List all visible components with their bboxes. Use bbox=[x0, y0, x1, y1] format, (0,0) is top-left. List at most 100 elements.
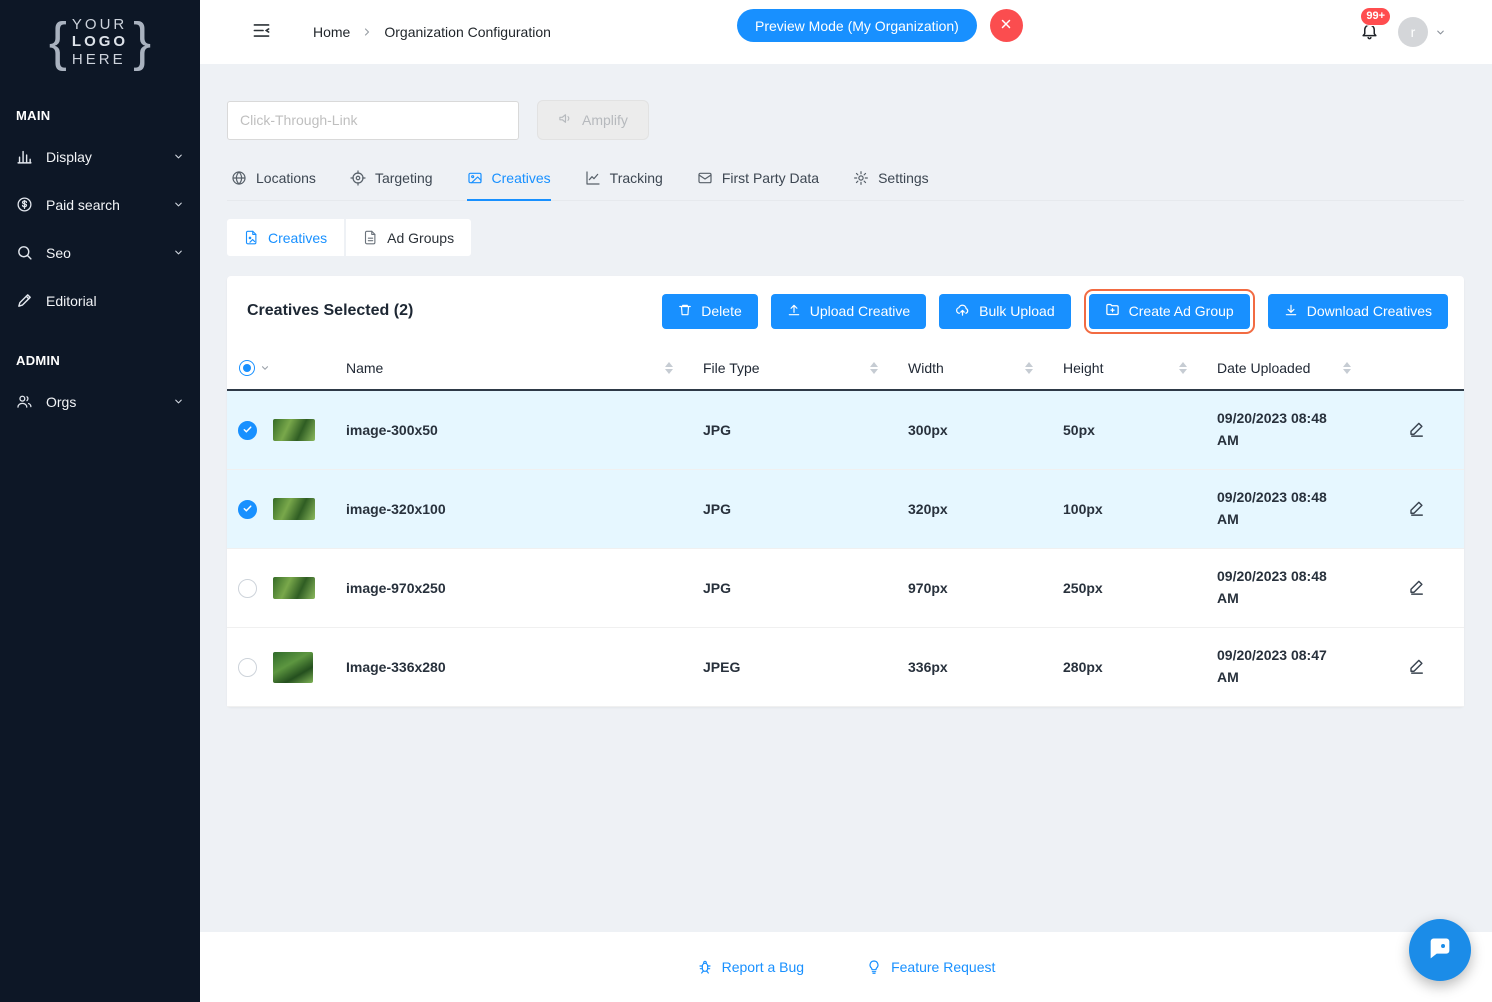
click-through-link-input[interactable] bbox=[227, 101, 519, 140]
column-header-name[interactable]: Name bbox=[346, 360, 703, 376]
table-header-row: Name File Type Width Height bbox=[227, 346, 1464, 391]
upload-creative-button[interactable]: Upload Creative bbox=[771, 294, 926, 329]
sidebar-item-seo[interactable]: Seo bbox=[0, 229, 200, 277]
top-bar: Home Organization Configuration Preview … bbox=[200, 0, 1492, 64]
creatives-table: Name File Type Width Height bbox=[227, 346, 1464, 707]
sidebar-item-display[interactable]: Display bbox=[0, 133, 200, 181]
logo: { YOUR LOGO HERE } bbox=[0, 0, 200, 96]
chevron-down-icon bbox=[260, 363, 270, 373]
breadcrumb-home[interactable]: Home bbox=[313, 24, 350, 40]
tab-creatives[interactable]: Creatives bbox=[467, 170, 551, 201]
lightbulb-icon bbox=[866, 959, 882, 975]
sidebar-collapse-button[interactable] bbox=[248, 17, 275, 47]
sort-icon[interactable] bbox=[870, 362, 878, 374]
top-right-controls: 99+ r bbox=[1358, 0, 1446, 64]
sidebar-item-orgs[interactable]: Orgs bbox=[0, 378, 200, 426]
cell-width: 320px bbox=[908, 501, 1063, 517]
amplify-button[interactable]: Amplify bbox=[537, 100, 649, 140]
subtab-ad-groups[interactable]: Ad Groups bbox=[346, 219, 471, 256]
line-chart-icon bbox=[585, 170, 601, 186]
table-row: image-970x250 JPG 970px 250px 09/20/2023… bbox=[227, 549, 1464, 628]
edit-button[interactable] bbox=[1404, 653, 1430, 682]
bulk-upload-button[interactable]: Bulk Upload bbox=[939, 294, 1071, 329]
sidebar-item-label: Display bbox=[46, 149, 92, 165]
sidebar-item-editorial[interactable]: Editorial bbox=[0, 277, 200, 325]
notification-badge: 99+ bbox=[1361, 8, 1390, 25]
logo-brace-left: { bbox=[49, 18, 67, 67]
chevron-down-icon bbox=[173, 199, 184, 210]
row-checkbox[interactable] bbox=[238, 658, 257, 677]
sort-icon[interactable] bbox=[1179, 362, 1187, 374]
sort-icon[interactable] bbox=[1025, 362, 1033, 374]
button-label: Download Creatives bbox=[1307, 303, 1432, 319]
preview-mode-button[interactable]: Preview Mode (My Organization) bbox=[737, 9, 977, 42]
download-creatives-button[interactable]: Download Creatives bbox=[1268, 294, 1448, 329]
button-label: Delete bbox=[701, 303, 741, 319]
picture-icon bbox=[467, 170, 483, 186]
chat-widget-button[interactable] bbox=[1409, 919, 1471, 981]
folder-add-icon bbox=[1105, 302, 1120, 320]
sidebar-section-main: MAIN bbox=[0, 96, 200, 133]
breadcrumb-separator-icon bbox=[361, 26, 373, 38]
sidebar-item-label: Editorial bbox=[46, 293, 97, 309]
column-header-height[interactable]: Height bbox=[1063, 360, 1217, 376]
edit-button[interactable] bbox=[1404, 495, 1430, 524]
tab-settings[interactable]: Settings bbox=[853, 170, 929, 201]
user-menu[interactable]: r bbox=[1398, 17, 1446, 47]
globe-icon bbox=[231, 170, 247, 186]
subtab-creatives[interactable]: Creatives bbox=[227, 219, 344, 256]
select-all-control[interactable] bbox=[227, 360, 346, 376]
feature-request-link[interactable]: Feature Request bbox=[866, 959, 995, 975]
row-checkbox[interactable] bbox=[238, 421, 257, 440]
edit-pencil-icon bbox=[1408, 420, 1426, 441]
avatar: r bbox=[1398, 17, 1428, 47]
row-checkbox[interactable] bbox=[238, 579, 257, 598]
table-row: image-300x50 JPG 300px 50px 09/20/2023 0… bbox=[227, 391, 1464, 470]
creative-thumbnail bbox=[273, 577, 315, 599]
page: { YOUR LOGO HERE } MAIN Display Paid sea… bbox=[0, 0, 1492, 1002]
report-bug-link[interactable]: Report a Bug bbox=[697, 959, 805, 975]
cell-width: 970px bbox=[908, 580, 1063, 596]
sidebar-item-paid-search[interactable]: Paid search bbox=[0, 181, 200, 229]
create-ad-group-button[interactable]: Create Ad Group bbox=[1089, 294, 1250, 329]
cell-date-uploaded: 09/20/2023 08:47 AM bbox=[1217, 645, 1351, 688]
tab-tracking[interactable]: Tracking bbox=[585, 170, 663, 201]
select-all-radio-icon bbox=[239, 360, 255, 376]
tab-targeting[interactable]: Targeting bbox=[350, 170, 433, 201]
cell-file-type: JPG bbox=[703, 580, 908, 596]
cell-file-type: JPEG bbox=[703, 659, 908, 675]
delete-button[interactable]: Delete bbox=[662, 294, 757, 329]
column-header-width[interactable]: Width bbox=[908, 360, 1063, 376]
amplify-label: Amplify bbox=[582, 112, 628, 128]
edit-button[interactable] bbox=[1404, 416, 1430, 445]
pen-icon bbox=[16, 292, 33, 309]
card-header: Creatives Selected (2) Delete Upload Cre… bbox=[227, 276, 1464, 346]
edit-button[interactable] bbox=[1404, 574, 1430, 603]
row-checkbox[interactable] bbox=[238, 500, 257, 519]
exit-preview-button[interactable] bbox=[990, 9, 1023, 42]
dollar-circle-icon bbox=[16, 196, 33, 213]
cell-date-uploaded: 09/20/2023 08:48 AM bbox=[1217, 487, 1351, 530]
tab-label: Tracking bbox=[610, 170, 663, 186]
chevron-down-icon bbox=[173, 247, 184, 258]
creatives-subtabs: Creatives Ad Groups bbox=[227, 219, 1464, 256]
tab-label: Targeting bbox=[375, 170, 433, 186]
file-image-icon bbox=[244, 230, 259, 245]
sort-icon[interactable] bbox=[1343, 362, 1351, 374]
config-tabs: Locations Targeting Creatives Tracking bbox=[227, 170, 1464, 201]
sort-icon[interactable] bbox=[665, 362, 673, 374]
tab-first-party-data[interactable]: First Party Data bbox=[697, 170, 819, 201]
download-icon bbox=[1284, 303, 1298, 320]
cell-height: 100px bbox=[1063, 501, 1217, 517]
logo-brace-right: } bbox=[133, 18, 151, 67]
cell-name: Image-336x280 bbox=[346, 659, 703, 675]
notifications-button[interactable]: 99+ bbox=[1358, 19, 1381, 45]
logo-text: YOUR LOGO HERE bbox=[72, 16, 128, 68]
column-header-file-type[interactable]: File Type bbox=[703, 360, 908, 376]
cell-name: image-970x250 bbox=[346, 580, 703, 596]
sidebar: { YOUR LOGO HERE } MAIN Display Paid sea… bbox=[0, 0, 200, 1002]
column-header-date-uploaded[interactable]: Date Uploaded bbox=[1217, 360, 1381, 376]
cell-height: 50px bbox=[1063, 422, 1217, 438]
main-content: Amplify Locations Targeting Creative bbox=[200, 64, 1492, 932]
tab-locations[interactable]: Locations bbox=[231, 170, 316, 201]
